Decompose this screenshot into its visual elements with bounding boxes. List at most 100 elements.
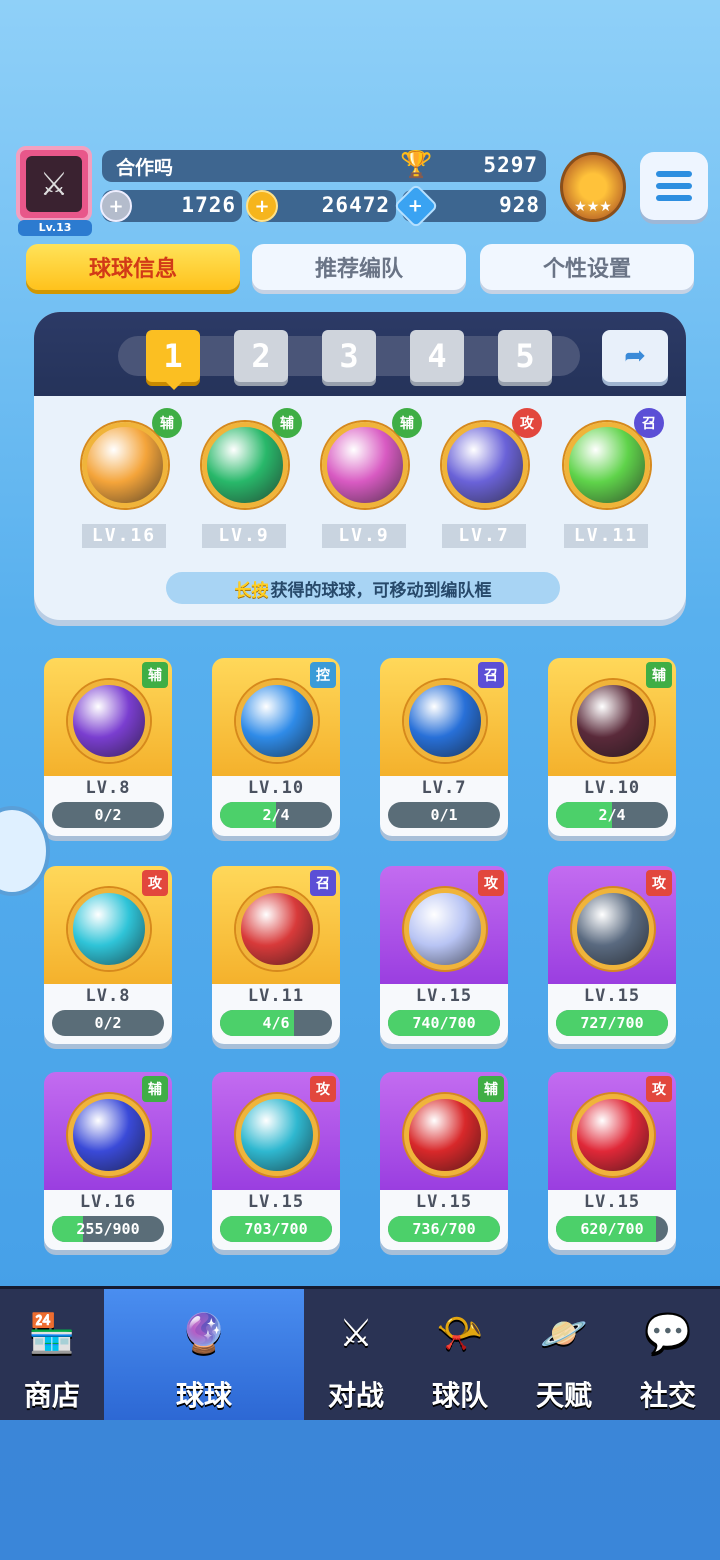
nav-label: 对战	[327, 1379, 384, 1412]
ball-type-tag: 攻	[512, 408, 542, 438]
upgrade-progress: 2/4	[556, 802, 668, 828]
crossed-swords-icon: ⚔	[338, 1311, 374, 1355]
upgrade-progress: 620/700	[556, 1216, 668, 1242]
crossed-swords-avatar-icon: ⚔	[26, 156, 82, 212]
active-slot-pointer	[166, 382, 182, 390]
upgrade-progress: 0/2	[52, 802, 164, 828]
nav-label: 社交	[639, 1379, 696, 1412]
ball-type-tag: 辅	[478, 1076, 504, 1102]
team-ball-orb-icon	[442, 422, 528, 508]
ball-card[interactable]: 辅 LV.15 736/700	[380, 1072, 508, 1250]
ball-card[interactable]: 攻 LV.15 703/700	[212, 1072, 340, 1250]
silver-coin-add-icon[interactable]: +	[100, 190, 132, 222]
upgrade-progress: 736/700	[388, 1216, 500, 1242]
menu-icon-line	[656, 183, 692, 189]
ball-orb-icon	[68, 680, 150, 762]
ball-type-tag: 辅	[646, 662, 672, 688]
hint-text: 获得的球球，可移动到编队框	[270, 580, 492, 601]
team-slot-3[interactable]: 3	[322, 330, 376, 382]
upgrade-progress-text: 2/4	[598, 806, 626, 824]
team-ball-orb-icon	[564, 422, 650, 508]
team-ball-4[interactable]: 攻 LV.7	[438, 408, 542, 558]
ball-type-tag: 召	[478, 662, 504, 688]
team-slot-1[interactable]: 1	[146, 330, 200, 382]
ball-level: LV.15	[415, 986, 473, 1006]
trophy-icon: 🏆	[400, 150, 433, 180]
upgrade-progress: 4/6	[220, 1010, 332, 1036]
upgrade-progress: 740/700	[388, 1010, 500, 1036]
nav-label: 球球	[175, 1379, 232, 1412]
ball-card[interactable]: 攻 LV.15 727/700	[548, 866, 676, 1044]
share-button[interactable]: ➦	[602, 330, 668, 382]
upgrade-progress-text: 0/2	[94, 1014, 122, 1032]
upgrade-progress-text: 0/2	[94, 806, 122, 824]
team-slot-4[interactable]: 4	[410, 330, 464, 382]
team-ball-level: LV.7	[442, 524, 526, 548]
chat-heart-icon: 💬	[644, 1310, 692, 1355]
player-avatar[interactable]: ⚔	[16, 146, 92, 222]
silver-count: 1726	[181, 193, 236, 217]
upgrade-progress: 0/2	[52, 1010, 164, 1036]
ball-type-tag: 攻	[646, 1076, 672, 1102]
ball-card[interactable]: 攻 LV.15 620/700	[548, 1072, 676, 1250]
nav-item-1[interactable]: 🔮 球球	[104, 1289, 304, 1420]
upgrade-progress-text: 736/700	[412, 1220, 476, 1238]
player-name: 合作吗	[116, 157, 174, 179]
team-ball-3[interactable]: 辅 LV.9	[318, 408, 422, 558]
team-ball-2[interactable]: 辅 LV.9	[198, 408, 302, 558]
menu-icon-line	[656, 195, 692, 201]
menu-icon-line	[656, 171, 692, 177]
whistle-icon: 📯	[436, 1310, 484, 1355]
nav-label: 天赋	[535, 1379, 592, 1412]
upgrade-progress-text: 4/6	[262, 1014, 290, 1032]
ball-type-tag: 控	[310, 662, 336, 688]
ball-card[interactable]: 辅 LV.8 0/2	[44, 658, 172, 836]
ball-type-tag: 辅	[392, 408, 422, 438]
ball-level: LV.16	[79, 1192, 137, 1212]
nav-item-2[interactable]: ⚔ 对战	[304, 1289, 408, 1420]
upgrade-progress: 727/700	[556, 1010, 668, 1036]
rank-medal-icon[interactable]: ★★★	[560, 152, 626, 222]
ball-card[interactable]: 辅 LV.16 255/900	[44, 1072, 172, 1250]
shop-icon: 🏪	[28, 1310, 76, 1355]
upgrade-progress-text: 703/700	[244, 1220, 308, 1238]
ball-type-tag: 辅	[142, 662, 168, 688]
ball-orb-icon	[68, 888, 150, 970]
nav-label: 球队	[431, 1379, 488, 1412]
upgrade-progress-text: 2/4	[262, 806, 290, 824]
nav-item-5[interactable]: 💬 社交	[616, 1289, 720, 1420]
ball-card[interactable]: 攻 LV.15 740/700	[380, 866, 508, 1044]
ball-type-tag: 辅	[272, 408, 302, 438]
ball-card[interactable]: 召 LV.7 0/1	[380, 658, 508, 836]
team-ball-orb-icon	[322, 422, 408, 508]
nav-item-3[interactable]: 📯 球队	[408, 1289, 512, 1420]
tab-recommended-team[interactable]: 推荐编队	[252, 244, 466, 290]
ball-type-tag: 攻	[646, 870, 672, 896]
gold-count: 26472	[321, 193, 390, 217]
tab-personal-settings[interactable]: 个性设置	[480, 244, 694, 290]
ball-orb-icon	[404, 888, 486, 970]
nav-item-0[interactable]: 🏪 商店	[0, 1289, 104, 1420]
ball-card[interactable]: 召 LV.11 4/6	[212, 866, 340, 1044]
ball-type-tag: 攻	[478, 870, 504, 896]
team-ball-level: LV.9	[202, 524, 286, 548]
nav-item-4[interactable]: 🪐 天赋	[512, 1289, 616, 1420]
team-ball-level: LV.9	[322, 524, 406, 548]
hint-highlight: 长按	[234, 580, 269, 601]
gem-count: 928	[499, 193, 540, 217]
ball-card[interactable]: 控 LV.10 2/4	[212, 658, 340, 836]
ball-card[interactable]: 辅 LV.10 2/4	[548, 658, 676, 836]
gold-coin-add-icon[interactable]: +	[246, 190, 278, 222]
menu-button[interactable]	[640, 152, 708, 220]
tab-ball-info[interactable]: 球球信息	[26, 244, 240, 290]
team-ball-1[interactable]: 辅 LV.16	[78, 408, 182, 558]
team-ball-5[interactable]: 召 LV.11	[560, 408, 664, 558]
team-slot-2[interactable]: 2	[234, 330, 288, 382]
ball-card[interactable]: 攻 LV.8 0/2	[44, 866, 172, 1044]
side-pull-tab[interactable]	[0, 806, 50, 896]
team-slot-5[interactable]: 5	[498, 330, 552, 382]
trophy-count: 5297	[483, 153, 538, 177]
ball-level: LV.15	[247, 1192, 305, 1212]
ball-orb-icon	[572, 888, 654, 970]
ball-orb-icon	[572, 1094, 654, 1176]
